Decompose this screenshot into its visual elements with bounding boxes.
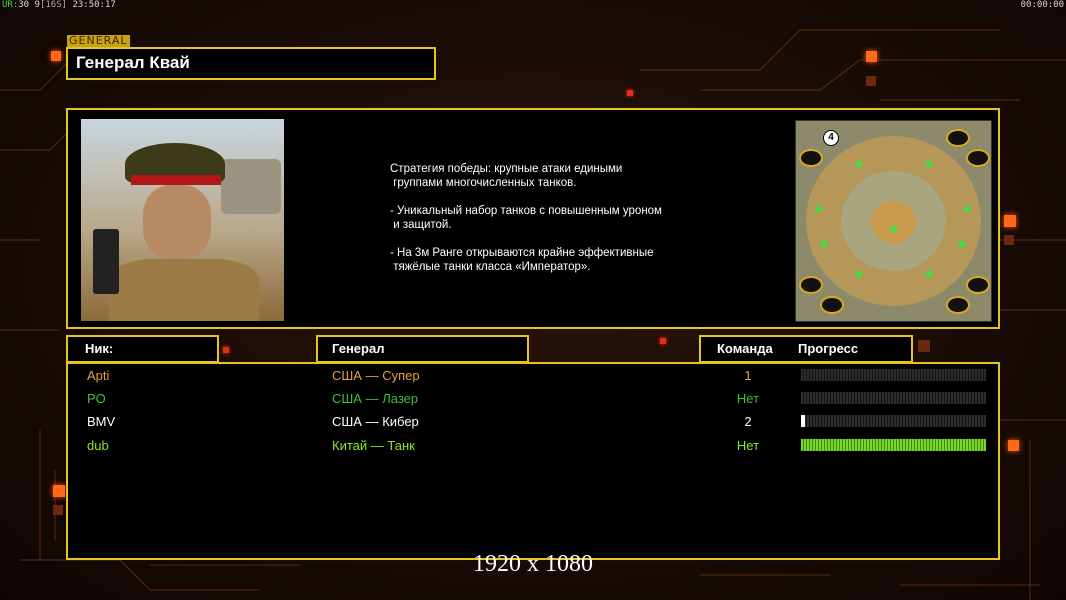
player-row[interactable]: Apti США — Супер 1: [68, 365, 998, 387]
deco-square: [1004, 235, 1014, 245]
general-info-panel: Стратегия победы: крупные атаки едиными …: [66, 108, 1000, 329]
column-header-general: Генерал: [316, 335, 529, 363]
column-header-team-label: Команда: [717, 341, 773, 356]
player-nick: dub: [87, 438, 109, 453]
player-team: Нет: [736, 438, 760, 453]
progress-bar: [801, 415, 986, 427]
start-position: [946, 129, 970, 147]
portrait-pistol: [93, 229, 119, 294]
progress-bar-fill: [801, 439, 986, 451]
minimap-center: [871, 201, 916, 243]
player-row[interactable]: PO США — Лазер Нет: [68, 388, 998, 410]
player-general: Китай — Танк: [332, 438, 415, 453]
start-position: [946, 296, 970, 314]
start-position: [799, 149, 823, 167]
player-list: Apti США — Супер 1 PO США — Лазер Нет BM…: [66, 362, 1000, 560]
strategy-line: - На 3м Ранге открываются крайне эффекти…: [390, 247, 654, 273]
column-header-progress-label: Прогресс: [798, 341, 859, 356]
ur-label: UR:: [2, 0, 19, 10]
player-team: 2: [744, 414, 752, 429]
deco-square: [660, 338, 666, 344]
status-bar: UR:30 9[16S] 23:50:17 00:00:00: [0, 0, 1066, 11]
game-timer: 00:00:00: [1020, 0, 1064, 10]
deco-square: [53, 485, 65, 497]
player-row[interactable]: BMV США — Кибер 2: [68, 411, 998, 433]
start-position: [966, 149, 990, 167]
column-header-team-progress: Команда Прогресс: [699, 335, 913, 363]
progress-bar: [801, 369, 986, 381]
fps-value: 30 9: [18, 0, 40, 10]
start-position: [799, 276, 823, 294]
deco-square: [1008, 440, 1019, 451]
deco-square: [1004, 215, 1016, 227]
player-general: США — Лазер: [332, 391, 419, 406]
player-row[interactable]: dub Китай — Танк Нет: [68, 435, 998, 457]
player-general: США — Кибер: [332, 414, 419, 429]
player-count-badge: 4: [823, 130, 839, 146]
deco-square: [866, 76, 876, 86]
column-header-nick: Ник:: [66, 335, 219, 363]
strategy-text: Стратегия победы: крупные атаки едиными …: [390, 162, 720, 288]
deco-square: [627, 90, 633, 96]
fps-readout: UR:30 9[16S] 23:50:17: [2, 0, 116, 11]
progress-bar-fill: [801, 415, 805, 427]
start-position: [820, 296, 844, 314]
general-portrait: [81, 119, 284, 321]
clock: 23:50:17: [72, 0, 116, 10]
portrait-tank: [221, 159, 281, 214]
player-general: США — Супер: [332, 368, 420, 383]
player-team: Нет: [736, 391, 760, 406]
portrait-cap-band: [131, 175, 221, 185]
deco-square: [51, 51, 61, 61]
player-team: 1: [744, 368, 752, 383]
strategy-line: - Уникальный набор танков с повышенным у…: [390, 205, 662, 231]
progress-bar: [801, 392, 986, 404]
player-nick: Apti: [87, 368, 110, 383]
general-title: Генерал Квай: [76, 53, 190, 72]
player-nick: BMV: [87, 414, 116, 429]
column-header-general-label: Генерал: [332, 341, 385, 356]
deco-square: [53, 505, 63, 515]
deco-square: [866, 51, 877, 62]
player-nick: PO: [87, 391, 106, 406]
fps-bracket: [16S]: [39, 0, 68, 10]
general-title-box: Генерал Квай: [66, 47, 436, 80]
start-position: [966, 276, 990, 294]
deco-square: [918, 340, 930, 352]
deco-square: [223, 347, 229, 353]
portrait-uniform: [109, 259, 259, 321]
strategy-line: Стратегия победы: крупные атаки едиными …: [390, 163, 623, 189]
resolution-label: 1920 x 1080: [473, 551, 593, 577]
portrait-face: [143, 185, 211, 259]
general-tag: GENERAL: [67, 34, 130, 47]
progress-bar: [801, 439, 986, 451]
column-header-nick-label: Ник:: [85, 341, 114, 356]
minimap[interactable]: 4: [795, 120, 992, 322]
